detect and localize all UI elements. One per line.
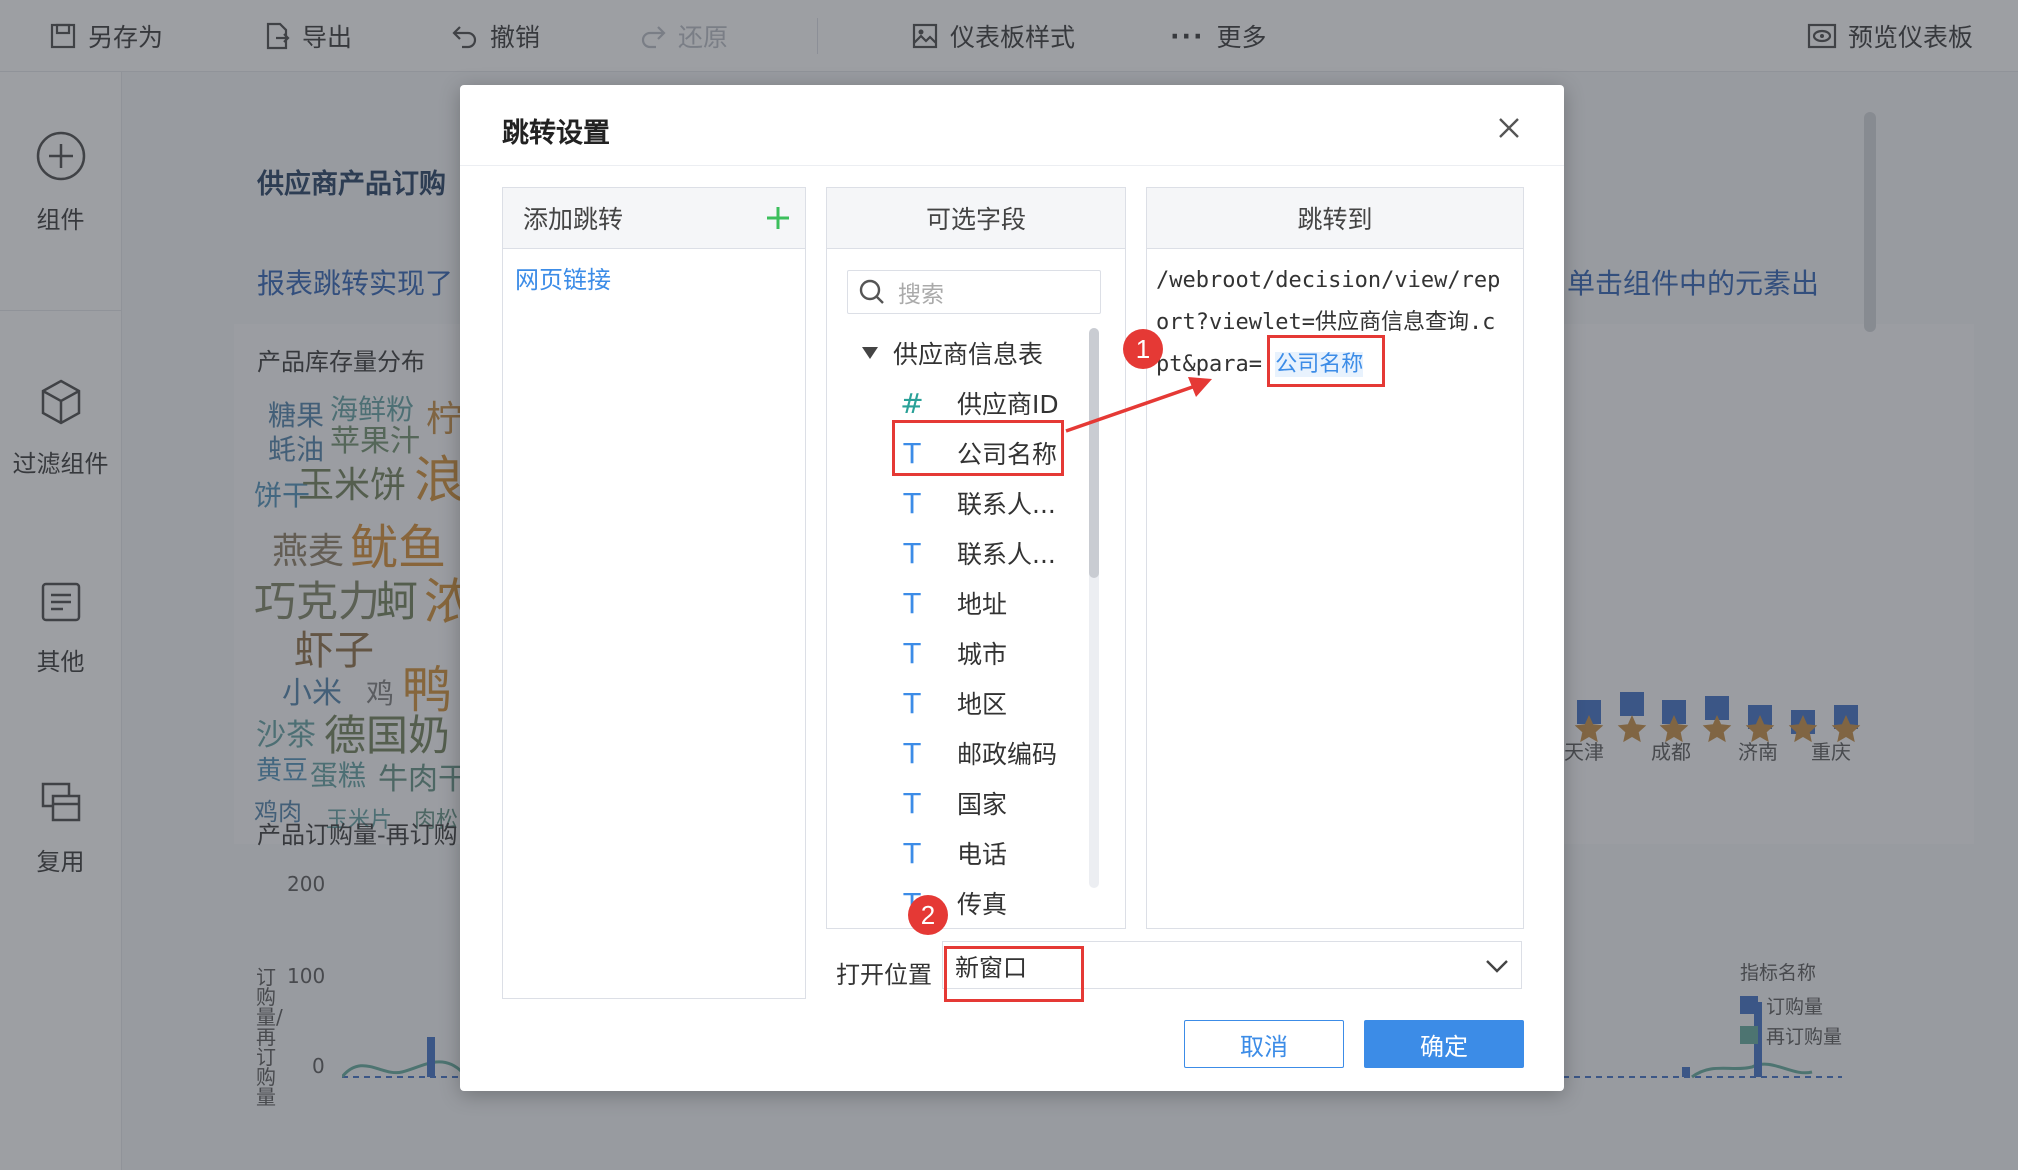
field-name: 传真 (957, 890, 1008, 919)
field-item[interactable]: T 联系人... (827, 528, 1056, 578)
search-input[interactable]: 搜索 (847, 270, 1101, 314)
step-badge: 2 (908, 895, 948, 935)
open-position-label: 打开位置 (836, 961, 932, 989)
step-badge: 1 (1123, 329, 1163, 369)
confirm-label: 确定 (1420, 1032, 1468, 1061)
field-item[interactable]: T 国家 (827, 778, 1007, 828)
search-icon (859, 279, 884, 304)
field-item[interactable]: T 电话 (827, 828, 1007, 878)
target-header: 跳转到 (1147, 188, 1523, 249)
field-item[interactable]: T 地区 (827, 678, 1007, 728)
annotation-highlight-field (892, 420, 1064, 476)
field-name: 地址 (957, 590, 1008, 619)
field-name: 国家 (957, 790, 1008, 819)
search-placeholder: 搜索 (898, 282, 944, 308)
field-name: 联系人... (957, 540, 1056, 569)
chevron-down-icon (1486, 960, 1508, 973)
confirm-button[interactable]: 确定 (1364, 1020, 1524, 1068)
annotation-highlight-position (944, 946, 1084, 1002)
text-type-icon: T (903, 486, 921, 520)
annotation-arrow (1065, 377, 1212, 433)
text-type-icon: T (903, 586, 921, 620)
cancel-label: 取消 (1240, 1032, 1288, 1061)
dialog-header-divider (460, 165, 1564, 166)
text-type-icon: T (903, 786, 921, 820)
field-name: 供应商ID (957, 390, 1059, 419)
field-name: 地区 (957, 690, 1008, 719)
jump-item-web-link[interactable]: 网页链接 (515, 260, 611, 295)
jump-target-panel: 跳转到 /webroot/decision/view/rep ort?viewl… (1146, 187, 1524, 929)
add-jump-header-label: 添加跳转 (523, 205, 624, 234)
add-jump-header: 添加跳转 (503, 188, 805, 249)
close-button[interactable] (1494, 113, 1524, 143)
text-type-icon: T (903, 836, 921, 870)
field-name: 城市 (957, 640, 1008, 669)
add-jump-panel: 添加跳转 网页链接 (502, 187, 806, 999)
url-line: /webroot/decision/view/rep (1156, 268, 1501, 293)
text-type-icon: T (903, 536, 921, 570)
close-icon (1499, 118, 1519, 138)
text-type-icon: T (903, 686, 921, 720)
field-item[interactable]: T 联系人... (827, 478, 1056, 528)
target-header-label: 跳转到 (1297, 205, 1373, 234)
text-type-icon: T (903, 636, 921, 670)
field-name: 邮政编码 (957, 740, 1058, 769)
text-type-icon: T (903, 736, 921, 770)
jump-settings-dialog: 跳转设置 添加跳转 网页链接 可选字段 搜索 供应商信息表 # 供应商ID T 公司名… (460, 85, 1564, 1091)
add-plus-icon[interactable] (765, 205, 791, 231)
fields-header-label: 可选字段 (925, 205, 1026, 234)
table-node[interactable]: 供应商信息表 (827, 328, 1043, 378)
field-item[interactable]: T 地址 (827, 578, 1007, 628)
annotation-highlight-param (1267, 335, 1385, 387)
field-name: 电话 (957, 840, 1008, 869)
fields-header: 可选字段 (827, 188, 1125, 249)
number-type-icon: # (900, 386, 924, 420)
dialog-title: 跳转设置 (502, 118, 610, 149)
field-name: 联系人... (957, 490, 1056, 519)
table-name: 供应商信息表 (893, 340, 1044, 369)
caret-down-icon (862, 347, 878, 359)
available-fields-panel: 可选字段 搜索 供应商信息表 # 供应商ID T 公司名称 T 联系人... T 联系人...… (826, 187, 1126, 929)
cancel-button[interactable]: 取消 (1184, 1020, 1344, 1068)
field-item[interactable]: T 邮政编码 (827, 728, 1057, 778)
field-item[interactable]: T 城市 (827, 628, 1007, 678)
